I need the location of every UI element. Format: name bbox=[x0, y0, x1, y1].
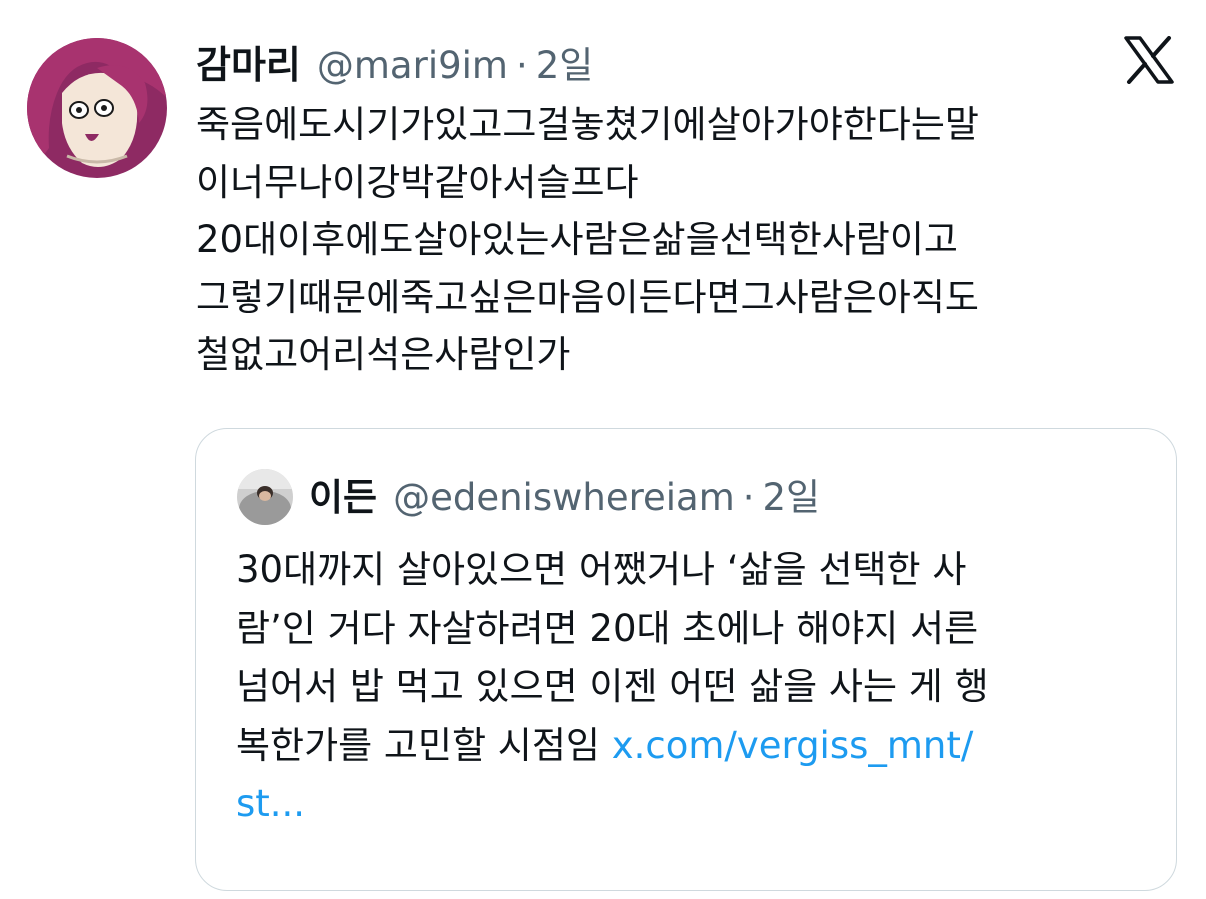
tweet-text-line: 그렇기때문에죽고싶은마음이든다면그사람은아직도 bbox=[196, 275, 979, 319]
quoted-text-line: 람’인 거다 자살하려면 20대 초에나 해야지 서른 bbox=[236, 606, 979, 650]
author-handle[interactable]: @mari9im bbox=[317, 44, 508, 87]
quoted-text-line: st... bbox=[236, 775, 1156, 834]
quoted-text-line: 넘어서 밥 먹고 있으면 이젠 어떤 삶을 사는 게 행 bbox=[236, 665, 989, 708]
quoted-header-separator: · bbox=[742, 476, 755, 519]
quoted-text-line: 30대까지 살아있으면 어쨌거나 ‘삶을 선택한 사 bbox=[236, 548, 967, 591]
header-separator: · bbox=[515, 44, 528, 87]
quoted-tweet-card[interactable]: 이든 @edeniswhereiam · 2일 30대까지 살아있으면 어쨌거나… bbox=[195, 428, 1177, 891]
quoted-tweet-time[interactable]: 2일 bbox=[763, 467, 821, 521]
tweet-header: 감마리 @mari9im · 2일 bbox=[196, 34, 593, 90]
quoted-link[interactable]: x.com/vergiss_mnt/ bbox=[612, 724, 974, 767]
quoted-author-name[interactable]: 이든 bbox=[309, 467, 377, 521]
quoted-text-segment: 복한가를 고민할 시점임 bbox=[236, 723, 600, 767]
tweet-time[interactable]: 2일 bbox=[536, 35, 594, 89]
x-logo-shape bbox=[1124, 36, 1174, 84]
quoted-author-handle[interactable]: @edeniswhereiam bbox=[393, 476, 735, 519]
quoted-tweet-header: 이든 @edeniswhereiam · 2일 bbox=[309, 467, 820, 521]
quoted-text-line: 복한가를 고민할 시점임 x.com/vergiss_mnt/ bbox=[236, 717, 1156, 776]
quoted-tweet-text: 30대까지 살아있으면 어쨌거나 ‘삶을 선택한 사 람’인 거다 자살하려면 … bbox=[236, 541, 1156, 834]
tweet-text-line: 철없고어리석은사람인가 bbox=[196, 333, 571, 376]
avatar-image bbox=[27, 38, 167, 178]
tweet-text: 죽음에도시기가있고그걸놓쳤기에살아가야한다는말 이너무나이강박같아서슬프다 20… bbox=[196, 96, 1186, 384]
quoted-avatar-image bbox=[237, 469, 293, 525]
author-avatar[interactable] bbox=[27, 38, 167, 178]
author-name[interactable]: 감마리 bbox=[196, 34, 301, 89]
tweet-text-line: 20대이후에도살아있는사람은삶을선택한사람이고 bbox=[196, 218, 958, 261]
quoted-link-continued[interactable]: st... bbox=[236, 782, 305, 825]
x-logo-icon[interactable] bbox=[1124, 36, 1174, 84]
tweet-text-line: 이너무나이강박같아서슬프다 bbox=[196, 160, 639, 204]
tweet-text-line: 죽음에도시기가있고그걸놓쳤기에살아가야한다는말 bbox=[196, 103, 979, 146]
quoted-author-avatar[interactable] bbox=[237, 469, 293, 525]
